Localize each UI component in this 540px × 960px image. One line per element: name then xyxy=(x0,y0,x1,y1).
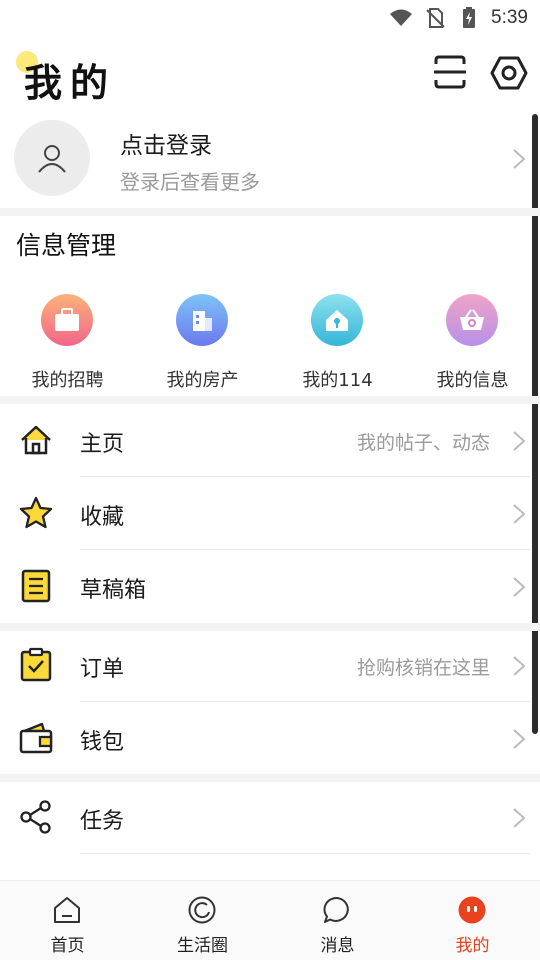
login-profile-row[interactable]: 点击登录 登录后查看更多 xyxy=(0,112,540,208)
info-grid: 我的招聘 我的房产 我的114 我的信息 xyxy=(0,288,540,391)
life-circle-icon xyxy=(188,896,216,924)
page-header: 我的 xyxy=(0,44,540,108)
nav-profile[interactable]: 我的 xyxy=(405,881,540,960)
wifi-icon xyxy=(390,9,413,26)
notepad-icon xyxy=(21,569,51,603)
star-icon xyxy=(19,496,53,529)
nav-label: 生活圈 xyxy=(177,936,228,956)
home-outline-icon xyxy=(54,897,80,923)
status-bar: 5:39 xyxy=(0,0,540,36)
login-text: 点击登录 xyxy=(120,133,212,159)
chevron-right-icon xyxy=(513,504,526,524)
info-item-messages[interactable]: 我的信息 xyxy=(405,288,540,391)
menu-row-orders[interactable]: 订单 抢购核销在这里 xyxy=(0,629,540,702)
clipboard-check-icon xyxy=(20,647,52,682)
info-item-property[interactable]: 我的房产 xyxy=(135,288,270,391)
chevron-right-icon xyxy=(513,656,526,676)
nav-messages[interactable]: 消息 xyxy=(270,881,405,960)
page-title: 我的 xyxy=(24,61,117,105)
nav-home[interactable]: 首页 xyxy=(0,881,135,960)
section-divider xyxy=(0,208,540,216)
basket-icon xyxy=(446,294,498,346)
nav-label: 首页 xyxy=(50,936,85,956)
info-section-title: 信息管理 xyxy=(16,231,117,260)
house-key-icon xyxy=(311,294,363,346)
section-divider xyxy=(0,396,540,404)
menu-row-drafts[interactable]: 草稿箱 xyxy=(0,550,540,623)
menu-label: 收藏 xyxy=(80,505,125,530)
menu-label: 钱包 xyxy=(80,730,125,755)
info-item-label: 我的114 xyxy=(302,370,373,391)
briefcase-icon xyxy=(41,294,93,346)
message-icon xyxy=(323,896,349,923)
info-item-114[interactable]: 我的114 xyxy=(270,288,405,391)
menu-hint: 我的帖子、动态 xyxy=(356,432,490,454)
nav-label: 我的 xyxy=(455,936,490,956)
info-item-label: 我的信息 xyxy=(436,370,509,391)
menu-row-wallet[interactable]: 钱包 xyxy=(0,702,540,775)
menu-label: 订单 xyxy=(80,657,125,682)
nav-life-circle[interactable]: 生活圈 xyxy=(135,881,270,960)
scan-icon[interactable] xyxy=(432,54,468,90)
info-item-jobs[interactable]: 我的招聘 xyxy=(0,288,135,391)
menu-hint: 抢购核销在这里 xyxy=(356,657,490,679)
home-icon xyxy=(21,425,51,455)
no-sim-icon xyxy=(426,8,445,28)
nav-label: 消息 xyxy=(320,936,355,956)
menu-label: 任务 xyxy=(80,809,125,834)
row-divider xyxy=(80,853,530,854)
menu-label: 主页 xyxy=(80,432,125,457)
user-icon xyxy=(38,145,66,173)
menu-row-home[interactable]: 主页 我的帖子、动态 xyxy=(0,404,540,477)
chevron-right-icon xyxy=(513,808,526,828)
menu-row-favorites[interactable]: 收藏 xyxy=(0,477,540,550)
login-hint: 登录后查看更多 xyxy=(120,170,260,194)
building-icon xyxy=(176,294,228,346)
chevron-right-icon xyxy=(513,729,526,749)
content-scroll-area[interactable]: 点击登录 登录后查看更多 信息管理 我的招聘 我的房产 我的114 我的信息 主… xyxy=(0,112,540,880)
bottom-nav: 首页 生活圈 消息 我的 xyxy=(0,880,540,960)
chevron-right-icon xyxy=(513,431,526,451)
chevron-right-icon xyxy=(513,149,526,169)
info-item-label: 我的房产 xyxy=(166,370,239,391)
menu-label: 草稿箱 xyxy=(80,578,147,603)
chevron-right-icon xyxy=(513,577,526,597)
settings-icon[interactable] xyxy=(490,54,528,92)
avatar xyxy=(14,120,90,196)
info-item-label: 我的招聘 xyxy=(31,370,104,391)
battery-charging-icon xyxy=(463,7,476,28)
clock: 5:39 xyxy=(491,7,528,28)
profile-face-icon xyxy=(458,896,486,924)
share-icon xyxy=(20,800,51,834)
menu-row-tasks[interactable]: 任务 xyxy=(0,781,540,854)
wallet-icon xyxy=(19,722,53,754)
